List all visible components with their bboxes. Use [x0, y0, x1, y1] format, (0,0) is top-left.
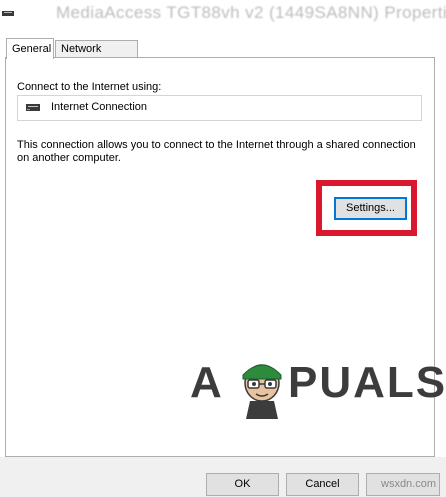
connection-description: This connection allows you to connect to… [17, 139, 416, 164]
settings-button[interactable]: Settings... [334, 197, 407, 220]
network-adapter-icon [26, 104, 40, 111]
connection-name: Internet Connection [51, 101, 148, 113]
window-title: MediaAccess TGT88vh v2 (1449SA8NN) Prope… [56, 3, 446, 22]
connection-field: Internet Connection [17, 95, 422, 121]
title-bar: MediaAccess TGT88vh v2 (1449SA8NN) Prope… [0, 0, 446, 30]
connect-using-label: Connect to the Internet using: [17, 81, 162, 93]
site-watermark: wsxdn.com [381, 478, 437, 490]
network-adapter-icon [2, 11, 14, 16]
watermark-letters: PUALS [288, 358, 446, 407]
watermark-letter-a: A [190, 358, 224, 407]
appuals-mascot-icon [242, 364, 282, 419]
tab-network-device[interactable]: Network Device [55, 40, 138, 72]
ok-button[interactable]: OK [206, 473, 279, 496]
tab-general[interactable]: General [6, 38, 54, 59]
cancel-button[interactable]: Cancel [286, 473, 359, 496]
